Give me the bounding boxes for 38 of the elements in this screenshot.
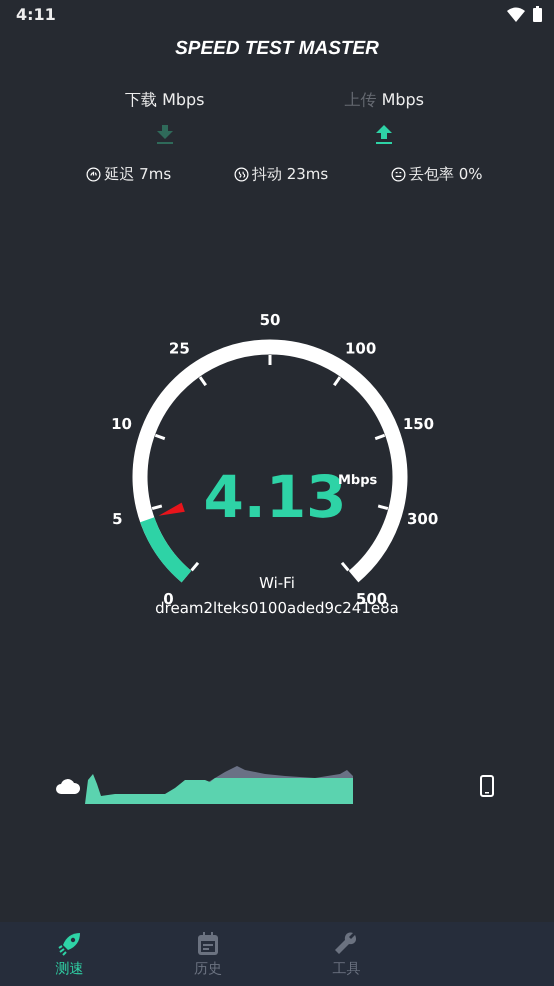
wifi-icon — [507, 6, 525, 22]
gauge-tick — [154, 434, 166, 440]
gauge-fill — [140, 516, 192, 582]
connection-type: Wi-Fi — [259, 574, 295, 592]
gauge-tick — [152, 504, 162, 510]
gauge-tick — [190, 562, 200, 572]
gauge-tick — [374, 434, 386, 440]
nav-tab[interactable]: 工具 — [277, 922, 416, 986]
gauge-tick — [378, 504, 388, 510]
gauge-tick — [333, 376, 342, 386]
cloud-icon — [56, 778, 80, 794]
nav-tab[interactable]: 历史 — [138, 922, 277, 986]
gauge-scale-label: 150 — [402, 414, 434, 433]
gauge-scale-label: 50 — [260, 312, 280, 329]
gauge-scale-label: 25 — [168, 340, 190, 358]
gauge-icon — [86, 167, 102, 182]
direction-label: 上传 Mbps — [344, 90, 424, 111]
gauge-scale-label: 5 — [112, 510, 123, 528]
wave-icon — [234, 167, 249, 182]
app-logo: SPEED TEST MASTER — [175, 38, 379, 60]
calendar-icon — [196, 930, 220, 956]
metric-label: 延迟 7ms — [104, 165, 172, 184]
metric-label: 抖动 23ms — [252, 165, 328, 184]
face-icon — [391, 167, 406, 182]
gauge-scale-label: 300 — [406, 510, 438, 528]
phone-icon — [480, 775, 494, 797]
direction-label: 下载 Mbps — [124, 90, 205, 111]
status-time: 4:11 — [16, 4, 56, 24]
gauge-tick — [268, 355, 272, 365]
gauge-scale-label: 100 — [344, 340, 376, 358]
battery-icon — [533, 6, 542, 22]
gauge-tick — [340, 562, 350, 572]
gauge-needle — [158, 502, 185, 516]
metric-label: 丢包率 0% — [409, 165, 483, 184]
rocket-icon — [56, 930, 82, 956]
gauge-tick — [198, 376, 207, 386]
nav-tab[interactable]: 测速 — [0, 922, 138, 986]
gauge-scale-label: 10 — [111, 414, 132, 433]
